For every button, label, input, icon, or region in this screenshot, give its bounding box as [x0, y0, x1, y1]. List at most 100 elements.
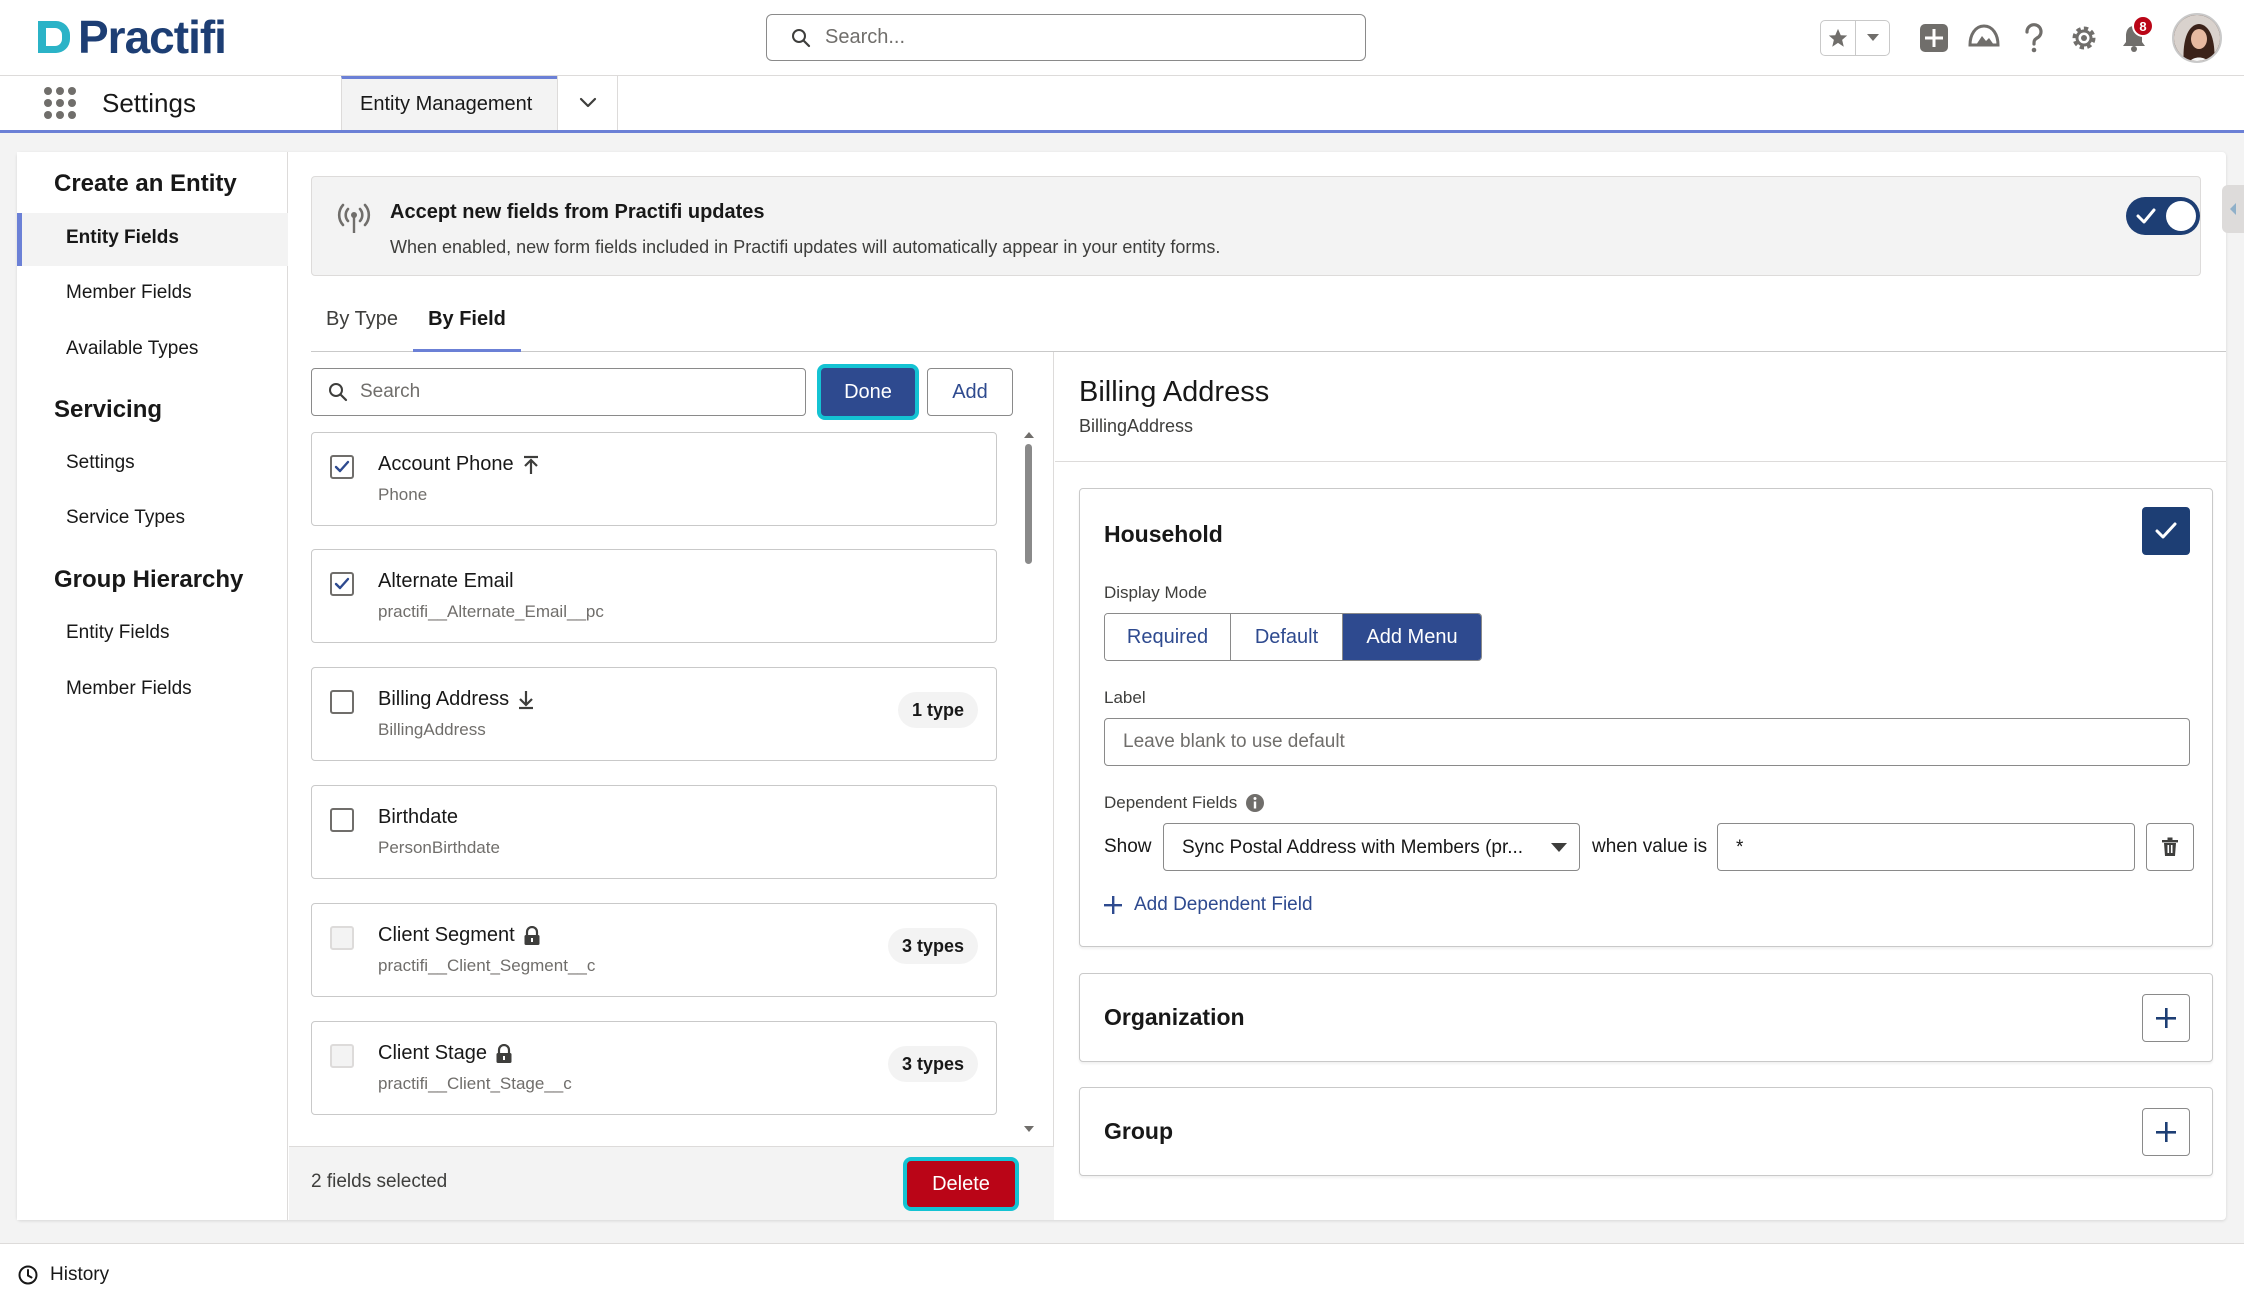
- delete-dependent-button[interactable]: [2146, 823, 2194, 871]
- notifications-button[interactable]: 8: [2116, 15, 2154, 56]
- history-utility-button[interactable]: History: [18, 1264, 109, 1286]
- field-name-row: Client Segment: [378, 924, 541, 947]
- field-card-alternate-email[interactable]: Alternate Email practifi__Alternate_Emai…: [311, 549, 997, 643]
- app-launcher-icon[interactable]: [44, 87, 76, 119]
- sidebar-item-entity-fields[interactable]: Entity Fields: [17, 213, 288, 266]
- chevron-down-icon: [579, 97, 596, 108]
- field-checkbox[interactable]: [330, 690, 354, 714]
- field-name: Alternate Email: [378, 570, 514, 592]
- delete-button[interactable]: Delete: [907, 1161, 1015, 1207]
- scrollbar-thumb[interactable]: [1025, 444, 1032, 564]
- group-title: Group: [1104, 1118, 1173, 1144]
- favorites-menu-button[interactable]: [1855, 21, 1889, 55]
- label-field-label: Label: [1104, 688, 1146, 707]
- checkmark-icon: [334, 460, 350, 473]
- mode-default-button[interactable]: Default: [1230, 614, 1342, 660]
- field-name-row: Account Phone: [378, 453, 540, 476]
- field-name: Billing Address: [378, 688, 510, 710]
- global-actions-button[interactable]: [1916, 20, 1952, 56]
- banner-description: When enabled, new form fields included i…: [390, 237, 1221, 257]
- field-api-name: PersonBirthdate: [378, 838, 500, 857]
- search-icon: [329, 383, 348, 402]
- add-dependent-field-link[interactable]: Add Dependent Field: [1104, 894, 1313, 916]
- field-name: Client Stage: [378, 1042, 487, 1064]
- arrow-up-to-line-icon: [523, 455, 538, 474]
- mode-required-button[interactable]: Required: [1105, 614, 1230, 660]
- field-checkbox[interactable]: [330, 808, 354, 832]
- tab-by-type[interactable]: By Type: [311, 290, 413, 352]
- practifi-logo-mark-icon: [38, 21, 70, 53]
- user-photo-icon: [2174, 15, 2220, 61]
- mode-add-menu-button[interactable]: Add Menu: [1342, 614, 1481, 660]
- search-icon: [792, 28, 811, 47]
- view-tabs: By Type By Field: [311, 290, 2226, 352]
- household-title: Household: [1104, 521, 1223, 547]
- field-checkbox[interactable]: [330, 572, 354, 596]
- done-button[interactable]: Done: [821, 368, 915, 416]
- scroll-down-arrow-icon[interactable]: [1024, 1126, 1034, 1132]
- tab-entity-management[interactable]: Entity Management: [341, 76, 557, 130]
- selected-count-text: 2 fields selected: [311, 1171, 448, 1192]
- label-input[interactable]: Leave blank to use default: [1104, 718, 2190, 766]
- sidebar-item-group-entity-fields[interactable]: Entity Fields: [17, 608, 288, 661]
- dependent-fields-label: Dependent Fields: [1104, 793, 1238, 812]
- sidebar-heading-servicing: Servicing: [54, 396, 163, 423]
- field-card-billing-address[interactable]: Billing Address BillingAddress 1 type: [311, 667, 997, 761]
- field-search-input[interactable]: Search: [311, 368, 806, 416]
- sidebar-item-member-fields[interactable]: Member Fields: [17, 268, 288, 321]
- sidebar-item-service-types[interactable]: Service Types: [17, 493, 288, 546]
- dependent-field-row: Show Sync Postal Address with Members (p…: [1104, 823, 2194, 871]
- favorites-button-group: [1820, 20, 1890, 56]
- practifi-logo[interactable]: Practifi: [34, 14, 227, 60]
- scroll-up-arrow-icon[interactable]: [1024, 432, 1034, 438]
- global-search-input[interactable]: Search...: [766, 14, 1366, 61]
- chevron-left-icon: [2230, 203, 2236, 215]
- field-name-row: Birthdate: [378, 806, 458, 829]
- sidebar-item-servicing-settings[interactable]: Settings: [17, 438, 288, 491]
- plus-icon: [2156, 1008, 2176, 1028]
- nav-tab-menu-button[interactable]: [557, 76, 618, 130]
- field-name: Account Phone: [378, 453, 514, 475]
- field-api-name: BillingAddress: [378, 720, 486, 739]
- trailhead-icon: [1968, 24, 2000, 47]
- accept-updates-toggle[interactable]: [2126, 197, 2200, 235]
- field-card-account-phone[interactable]: Account Phone Phone: [311, 432, 997, 526]
- field-detail-panel: Billing Address BillingAddress Household…: [1055, 352, 2226, 1220]
- sidebar-item-available-types[interactable]: Available Types: [17, 324, 288, 377]
- chevron-down-icon: [1866, 34, 1879, 41]
- when-value-input[interactable]: *: [1717, 823, 2135, 871]
- when-value-label: when value is: [1592, 836, 1708, 857]
- field-checkbox[interactable]: [330, 455, 354, 479]
- user-avatar[interactable]: [2172, 13, 2222, 63]
- field-name: Client Segment: [378, 924, 515, 946]
- trash-icon: [2162, 837, 2178, 856]
- add-group-button[interactable]: [2142, 1108, 2190, 1156]
- setup-button[interactable]: [2066, 20, 2102, 56]
- trailhead-button[interactable]: [1966, 20, 2002, 56]
- display-mode-label: Display Mode: [1104, 583, 1207, 602]
- field-card-client-stage[interactable]: Client Stage practifi__Client_Stage__c 3…: [311, 1021, 997, 1115]
- add-field-button[interactable]: Add: [927, 368, 1013, 416]
- app-name: Settings: [102, 88, 196, 118]
- dependent-field-selected-value: Sync Postal Address with Members (pr...: [1182, 837, 1524, 858]
- field-name-row: Billing Address: [378, 688, 535, 711]
- field-api-name: practifi__Client_Stage__c: [378, 1074, 572, 1093]
- add-organization-button[interactable]: [2142, 994, 2190, 1042]
- utility-bar: History: [0, 1243, 2244, 1307]
- household-enabled-checkbox[interactable]: [2142, 507, 2190, 555]
- dependent-field-select[interactable]: Sync Postal Address with Members (pr...: [1163, 823, 1580, 871]
- global-header: Practifi Search... 8: [0, 0, 2244, 76]
- field-list-scrollbar[interactable]: [1023, 432, 1035, 1132]
- add-dependent-label: Add Dependent Field: [1134, 894, 1313, 915]
- lock-icon: [496, 1043, 512, 1063]
- panel-collapse-handle[interactable]: [2222, 185, 2244, 233]
- header-actions: 8: [1820, 13, 2222, 63]
- info-icon[interactable]: [1245, 793, 1265, 813]
- field-api-name: practifi__Alternate_Email__pc: [378, 602, 604, 621]
- help-button[interactable]: [2016, 20, 2052, 56]
- tab-by-field[interactable]: By Field: [413, 290, 521, 352]
- field-card-birthdate[interactable]: Birthdate PersonBirthdate: [311, 785, 997, 879]
- field-card-client-segment[interactable]: Client Segment practifi__Client_Segment_…: [311, 903, 997, 997]
- sidebar-item-group-member-fields[interactable]: Member Fields: [17, 664, 288, 717]
- favorites-star-button[interactable]: [1821, 21, 1855, 55]
